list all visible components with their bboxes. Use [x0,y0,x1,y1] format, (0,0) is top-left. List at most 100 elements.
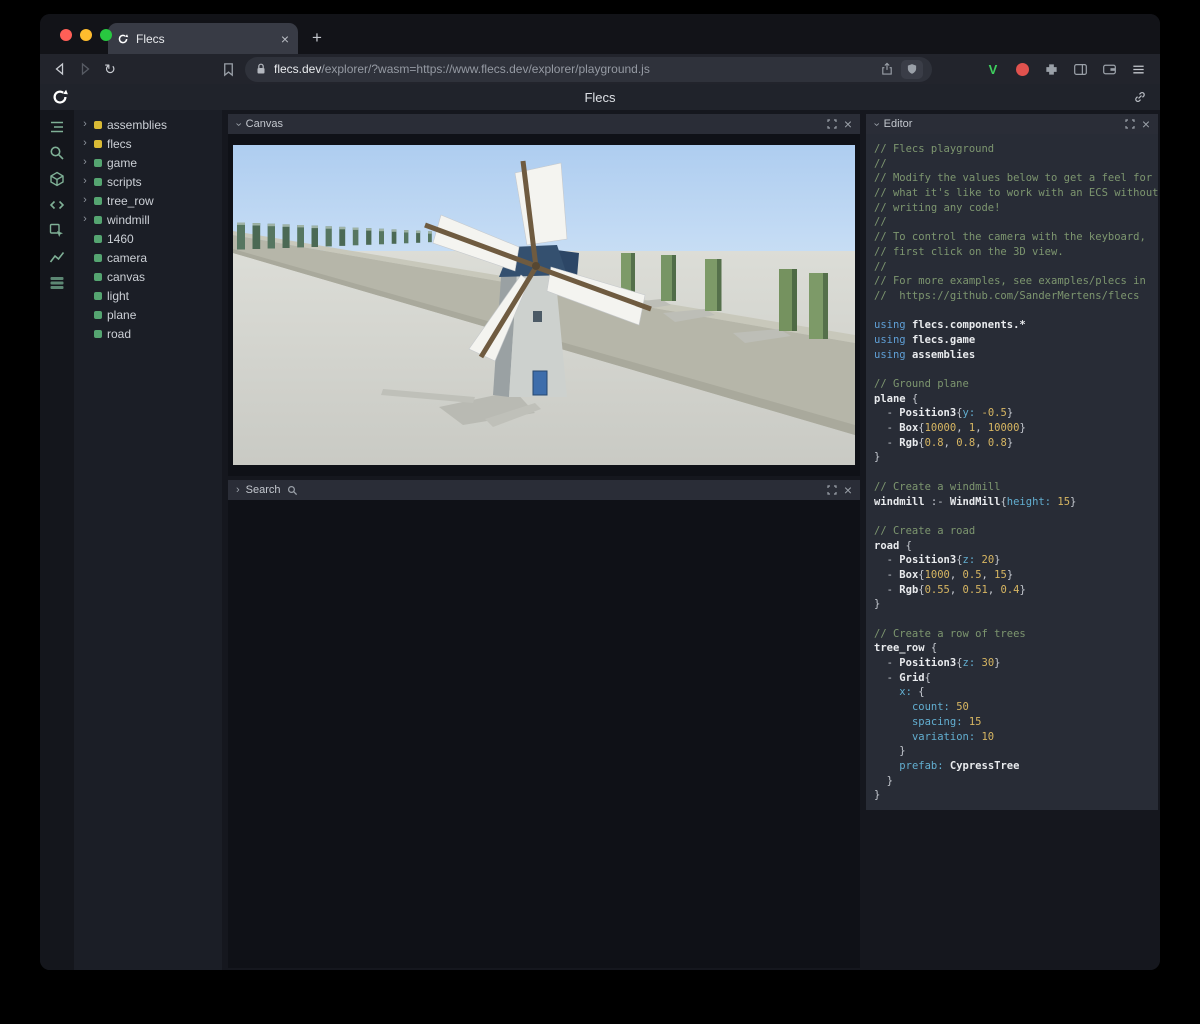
code-editor[interactable]: // Flecs playground//// Modify the value… [866,134,1158,810]
search-results-area[interactable] [228,500,860,968]
entities-cube-icon[interactable] [49,171,65,187]
v-extension-icon[interactable]: V [983,59,1003,79]
tree-item-flecs[interactable]: › flecs [74,134,222,153]
tree-item-camera[interactable]: camera [74,248,222,267]
code-line[interactable]: // [874,157,1158,172]
zoom-window-button[interactable] [100,29,112,41]
extensions-puzzle-icon[interactable] [1041,59,1061,79]
code-line[interactable]: using flecs.components.* [874,318,1158,333]
address-bar[interactable]: flecs.dev/explorer/?wasm=https://www.fle… [245,56,932,82]
code-line[interactable]: // what it's like to work with an ECS wi… [874,186,1158,201]
tree-item-scripts[interactable]: › scripts [74,172,222,191]
chart-icon[interactable] [49,249,65,265]
code-line[interactable]: // [874,260,1158,275]
wallet-icon[interactable] [1099,59,1119,79]
code-icon[interactable] [49,197,65,213]
expand-chevron-icon[interactable]: › [236,484,240,496]
code-line[interactable]: x: { [874,685,1158,700]
collapse-chevron-icon[interactable]: › [232,122,244,126]
code-line[interactable]: road { [874,539,1158,554]
code-line[interactable]: // Modify the values below to get a feel… [874,171,1158,186]
code-line[interactable]: // writing any code! [874,201,1158,216]
code-line[interactable]: plane { [874,392,1158,407]
tree-item-light[interactable]: light [74,286,222,305]
tree-item-assemblies[interactable]: › assemblies [74,115,222,134]
code-line[interactable]: // Flecs playground [874,142,1158,157]
code-line[interactable]: } [874,774,1158,789]
tree-item-1460[interactable]: 1460 [74,229,222,248]
minimize-window-button[interactable] [80,29,92,41]
close-window-button[interactable] [60,29,72,41]
code-line[interactable]: - Rgb{0.8, 0.8, 0.8} [874,436,1158,451]
code-line[interactable]: } [874,744,1158,759]
menu-icon[interactable] [1128,59,1148,79]
tree-item-tree_row[interactable]: › tree_row [74,191,222,210]
code-line[interactable]: - Position3{y: -0.5} [874,406,1158,421]
code-line[interactable] [874,612,1158,627]
tab-close-icon[interactable]: × [281,32,289,46]
code-line[interactable]: spacing: 15 [874,715,1158,730]
expand-chevron-icon[interactable]: › [81,214,89,225]
code-line[interactable]: using assemblies [874,348,1158,363]
search-icon[interactable] [49,145,65,161]
sidebar-toggle-icon[interactable] [1070,59,1090,79]
code-line[interactable] [874,465,1158,480]
code-line[interactable]: using flecs.game [874,333,1158,348]
code-line[interactable]: - Position3{z: 20} [874,553,1158,568]
tree-item-canvas[interactable]: canvas [74,267,222,286]
reload-button[interactable]: ↻ [102,61,118,77]
tree-item-plane[interactable]: plane [74,305,222,324]
inspect-cursor-icon[interactable] [49,223,65,239]
code-line[interactable] [874,509,1158,524]
code-line[interactable]: } [874,788,1158,803]
code-line[interactable]: tree_row { [874,641,1158,656]
expand-panel-icon[interactable] [826,484,838,496]
red-extension-icon[interactable] [1012,59,1032,79]
code-line[interactable] [874,362,1158,377]
share-icon[interactable] [879,61,895,77]
back-button[interactable] [52,61,68,77]
code-line[interactable]: // Create a row of trees [874,627,1158,642]
expand-chevron-icon[interactable]: › [81,176,89,187]
expand-panel-icon[interactable] [826,118,838,130]
code-line[interactable]: // Create a road [874,524,1158,539]
close-panel-icon[interactable]: × [844,117,852,131]
expand-chevron-icon[interactable]: › [81,119,89,130]
queries-rows-icon[interactable] [49,275,65,291]
browser-tab[interactable]: Flecs × [108,23,298,54]
bookmark-icon[interactable] [220,61,236,77]
code-line[interactable] [874,304,1158,319]
code-line[interactable]: variation: 10 [874,730,1158,745]
share-link-icon[interactable] [1133,90,1147,109]
code-line[interactable]: // first click on the 3D view. [874,245,1158,260]
new-tab-button[interactable]: + [304,25,330,51]
expand-chevron-icon[interactable]: › [81,157,89,168]
code-line[interactable]: - Box{10000, 1, 10000} [874,421,1158,436]
code-line[interactable]: - Rgb{0.55, 0.51, 0.4} [874,583,1158,598]
expand-chevron-icon[interactable]: › [81,195,89,206]
code-line[interactable]: // Ground plane [874,377,1158,392]
code-line[interactable]: prefab: CypressTree [874,759,1158,774]
close-panel-icon[interactable]: × [844,483,852,497]
code-line[interactable]: // [874,215,1158,230]
close-panel-icon[interactable]: × [1142,117,1150,131]
code-line[interactable]: count: 50 [874,700,1158,715]
code-line[interactable]: } [874,597,1158,612]
entity-tree-icon[interactable] [49,119,65,135]
code-line[interactable]: // Create a windmill [874,480,1158,495]
tree-item-road[interactable]: road [74,324,222,343]
expand-chevron-icon[interactable]: › [81,138,89,149]
brave-shield-button[interactable] [901,59,923,79]
code-line[interactable]: windmill :- WindMill{height: 15} [874,495,1158,510]
expand-panel-icon[interactable] [1124,118,1136,130]
code-line[interactable]: - Position3{z: 30} [874,656,1158,671]
tree-item-game[interactable]: › game [74,153,222,172]
code-line[interactable]: // For more examples, see examples/plecs… [874,274,1158,289]
code-line[interactable]: - Grid{ [874,671,1158,686]
3d-scene[interactable] [233,145,855,465]
code-line[interactable]: } [874,450,1158,465]
collapse-chevron-icon[interactable]: › [870,122,882,126]
tree-item-windmill[interactable]: › windmill [74,210,222,229]
forward-button[interactable] [77,61,93,77]
code-line[interactable]: // To control the camera with the keyboa… [874,230,1158,245]
